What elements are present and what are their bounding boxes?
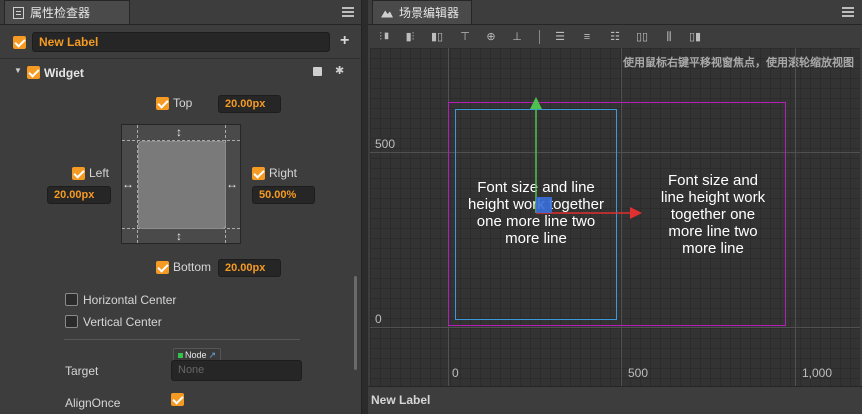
scene-tab[interactable]: 场景编辑器 <box>372 0 472 24</box>
widget-enabled-checkbox[interactable] <box>27 66 40 79</box>
inspector-header-divider <box>0 24 362 25</box>
move-gizmo[interactable] <box>520 93 660 223</box>
align-hcenter-icon[interactable]: ▮⫶ <box>403 30 417 44</box>
align-right-icon[interactable]: ▮▯ <box>430 30 444 44</box>
inspector-tab-icon <box>13 6 24 19</box>
add-component-button[interactable]: + <box>340 32 349 50</box>
inspector-tab-title: 属性检查器 <box>30 6 91 20</box>
top-label: Top <box>173 96 193 110</box>
scene-hint: 使用鼠标右键平移视窗焦点，使用滚轮缩放视图 <box>623 57 854 69</box>
distribute-bottom-icon[interactable]: ☷ <box>608 30 622 44</box>
widget-help-icon[interactable] <box>313 67 322 76</box>
left-value-input[interactable]: 20.00px <box>47 186 111 204</box>
diagram-node-box <box>138 141 226 229</box>
top-checkbox[interactable] <box>156 97 169 110</box>
label-text-right-line: Font size and <box>667 172 759 189</box>
external-link-icon: ↗ <box>208 350 217 360</box>
distribute-hcenter-icon[interactable]: ⫼ <box>662 30 676 44</box>
align-once-label: AlignOnce <box>65 396 121 410</box>
inspector-tab[interactable]: 属性检查器 <box>4 0 130 24</box>
right-value-input[interactable]: 50.00% <box>252 186 315 204</box>
gizmo-y-arrow-icon[interactable] <box>530 97 542 109</box>
left-checkbox[interactable] <box>72 167 85 180</box>
diagram-bottom-arrow-icon: ↕ <box>176 229 182 243</box>
horizontal-center-checkbox[interactable] <box>65 293 78 306</box>
bottom-value-input[interactable]: 20.00px <box>218 259 281 277</box>
align-left-icon[interactable]: ⫶▮ <box>378 30 392 44</box>
x-tick-0: 0 <box>452 366 459 380</box>
label-text-right-line: together one <box>670 206 756 223</box>
node-name-input[interactable]: New Label <box>32 32 330 52</box>
x-tick-500: 500 <box>628 366 649 380</box>
target-input[interactable]: None <box>171 360 302 381</box>
right-checkbox[interactable] <box>252 167 265 180</box>
align-top-icon[interactable]: ⊤ <box>458 30 472 44</box>
align-vcenter-icon[interactable]: ⊕ <box>484 30 498 44</box>
align-once-checkbox[interactable] <box>171 393 184 406</box>
horizontal-center-label: Horizontal Center <box>83 293 177 307</box>
y-tick-500: 500 <box>375 137 396 151</box>
distribute-right-icon[interactable]: ▯▮ <box>688 30 702 44</box>
label-text-right-line: more line <box>682 240 744 257</box>
left-label: Left <box>89 166 110 180</box>
gizmo-x-arrow-icon[interactable] <box>630 207 642 219</box>
bottom-checkbox[interactable] <box>156 261 169 274</box>
distribute-left-icon[interactable]: ▯▯ <box>635 30 649 44</box>
align-bottom-icon[interactable]: ⊥ <box>510 30 524 44</box>
bottom-label: Bottom <box>173 260 212 274</box>
label-text-left-line: more line <box>505 230 567 247</box>
inspector-menu-icon[interactable] <box>342 5 354 17</box>
target-label: Target <box>65 364 99 378</box>
x-tick-1000: 1,000 <box>802 366 833 380</box>
diagram-left-arrow-icon: ↔ <box>122 177 134 191</box>
status-node-name: New Label <box>371 393 431 407</box>
scene-panel: 场景编辑器 ⫶▮ ▮⫶ ▮▯ ⊤ ⊕ ⊥ ☰ ≡ ☷ ▯▯ ⫼ ▯▮ 使用鼠标右… <box>368 0 862 414</box>
diagram-top-arrow-icon: ↕ <box>176 125 182 139</box>
right-label: Right <box>269 166 298 180</box>
scene-tab-title: 场景编辑器 <box>399 6 460 20</box>
label-text-right-line: line height work <box>660 189 766 206</box>
scene-viewport[interactable]: 使用鼠标右键平移视窗焦点，使用滚轮缩放视图 500 0 0 500 1,000 … <box>370 48 860 386</box>
gizmo-center-handle[interactable] <box>536 197 552 213</box>
vertical-center-label: Vertical Center <box>83 315 162 329</box>
axis-line-x1000 <box>795 48 796 386</box>
widget-title: Widget <box>44 66 84 80</box>
widget-divider <box>0 58 362 59</box>
node-type-icon <box>178 353 183 358</box>
distribute-top-icon[interactable]: ☰ <box>553 30 567 44</box>
toolbar-separator <box>539 30 540 44</box>
label-text-right-line: more line two <box>668 223 758 240</box>
widget-settings-icon[interactable]: ✱ <box>335 64 344 77</box>
section-divider <box>64 339 300 340</box>
vertical-center-checkbox[interactable] <box>65 315 78 328</box>
widget-collapse-icon[interactable]: ▼ <box>14 66 22 75</box>
scene-menu-icon[interactable] <box>842 5 854 17</box>
label-text-right: Font size and line height work together … <box>648 172 778 257</box>
inspector-scrollbar[interactable] <box>354 276 357 370</box>
widget-alignment-diagram: ↕ ↕ ↔ ↔ <box>121 124 241 244</box>
y-tick-0: 0 <box>375 312 382 326</box>
node-active-checkbox[interactable] <box>13 36 26 49</box>
scene-status-bar: New Label <box>368 386 862 414</box>
axis-line-y0 <box>370 327 860 328</box>
distribute-vcenter-icon[interactable]: ≡ <box>580 30 594 44</box>
top-value-input[interactable]: 20.00px <box>218 95 281 113</box>
target-type-label: Node <box>185 350 207 360</box>
diagram-right-arrow-icon: ↔ <box>226 177 238 191</box>
scene-tab-icon <box>381 10 393 18</box>
inspector-panel: 属性检查器 New Label + ▼ Widget ✱ Top 20.00px… <box>0 0 362 414</box>
